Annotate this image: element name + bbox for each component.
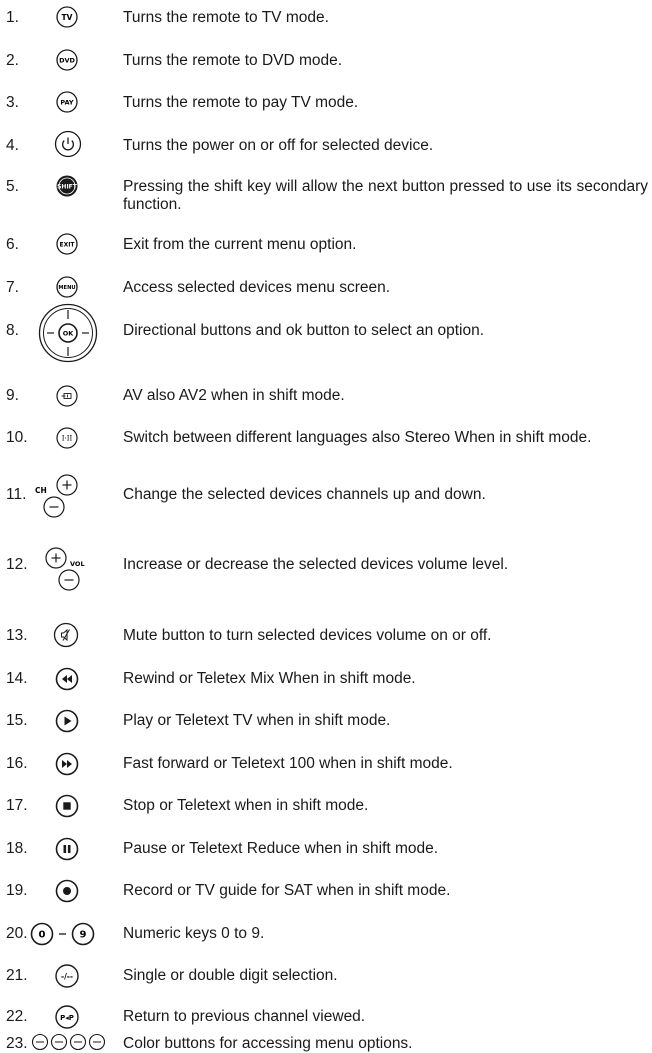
item-number: 20. <box>6 925 28 942</box>
item-description: Single or double digit selection. <box>123 967 338 984</box>
item-description: Stop or Teletext when in shift mode. <box>123 797 369 814</box>
item-description: Rewind or Teletex Mix When in shift mode… <box>123 670 416 687</box>
item-description: Increase or decrease the selected device… <box>123 556 509 573</box>
svg-text:VOL: VOL <box>70 560 85 568</box>
item-description: Turns the remote to pay TV mode. <box>123 94 359 111</box>
svg-text:TV: TV <box>62 13 73 22</box>
menu-button-icon: MENU <box>56 276 78 298</box>
item-description: Record or TV guide for SAT when in shift… <box>123 882 451 899</box>
item-number: 1. <box>6 9 19 26</box>
item-number: 13. <box>6 627 28 644</box>
item-description: Switch between different languages also … <box>123 429 592 446</box>
mute-button-icon <box>53 622 79 648</box>
play-button-icon <box>55 709 79 733</box>
item-description: Directional buttons and ok button to sel… <box>123 322 485 339</box>
svg-text:CH: CH <box>35 486 47 495</box>
item-number: 3. <box>6 94 19 111</box>
item-number: 10. <box>6 429 28 446</box>
item-description: Return to previous channel viewed. <box>123 1008 366 1025</box>
fast-forward-button-icon <box>55 752 79 776</box>
svg-text:P◂P: P◂P <box>60 1014 74 1022</box>
item-description: Turns the remote to TV mode. <box>123 9 329 26</box>
svg-text:DVD: DVD <box>59 57 75 65</box>
pay-tv-mode-button-icon: PAY <box>56 91 78 113</box>
digit-select-button-icon: -/-- <box>54 964 80 988</box>
item-number: 23. <box>6 1035 28 1052</box>
power-button-icon <box>54 130 82 158</box>
item-number: 16. <box>6 755 28 772</box>
channel-up-down-icon: CH <box>32 474 84 520</box>
dvd-mode-button-icon: DVD <box>56 49 78 71</box>
color-buttons-icon <box>31 1033 117 1052</box>
item-number: 12. <box>6 556 28 573</box>
language-button-icon: I·II <box>56 427 78 449</box>
rewind-button-icon <box>55 667 79 691</box>
svg-text:MENU: MENU <box>58 285 75 291</box>
av-input-button-icon <box>56 385 78 407</box>
item-description: Change the selected devices channels up … <box>123 486 486 503</box>
item-description: Pressing the shift key will allow the ne… <box>123 178 648 213</box>
item-number: 14. <box>6 670 28 687</box>
svg-text:SHIFT: SHIFT <box>57 184 78 191</box>
directional-ok-pad-icon: OK <box>38 303 98 363</box>
item-number: 9. <box>6 387 19 404</box>
svg-text:-/--: -/-- <box>61 972 73 981</box>
tv-mode-button-icon: TV <box>56 6 78 28</box>
item-description: Fast forward or Teletext 100 when in shi… <box>123 755 453 772</box>
item-number: 19. <box>6 882 28 899</box>
item-number: 11. <box>6 486 27 503</box>
shift-button-icon: SHIFT <box>56 175 78 197</box>
item-description: Pause or Teletext Reduce when in shift m… <box>123 840 439 857</box>
item-description: Color buttons for accessing menu options… <box>123 1035 413 1052</box>
item-description: Play or Teletext TV when in shift mode. <box>123 712 391 729</box>
item-number: 17. <box>6 797 28 814</box>
item-description: Turns the power on or off for selected d… <box>123 137 434 154</box>
item-number: 22. <box>6 1008 28 1025</box>
item-number: 7. <box>6 279 19 296</box>
item-number: 18. <box>6 840 28 857</box>
item-number: 2. <box>6 52 19 69</box>
pause-button-icon <box>55 837 79 861</box>
record-button-icon <box>55 879 79 903</box>
svg-text:9: 9 <box>80 930 87 941</box>
svg-text:0: 0 <box>39 930 46 941</box>
item-number: 5. <box>6 178 19 195</box>
item-description: Exit from the current menu option. <box>123 236 357 253</box>
item-number: 4. <box>6 137 19 154</box>
item-number: 15. <box>6 712 28 729</box>
stop-button-icon <box>55 794 79 818</box>
item-description: Mute button to turn selected devices vol… <box>123 627 492 644</box>
volume-up-down-icon: VOL <box>45 547 101 593</box>
item-description: Access selected devices menu screen. <box>123 279 391 296</box>
numeric-keys-icon: 0 9 <box>30 922 120 946</box>
previous-channel-button-icon: P◂P <box>54 1005 80 1029</box>
svg-text:EXIT: EXIT <box>59 242 75 249</box>
item-description: Numeric keys 0 to 9. <box>123 925 265 942</box>
item-number: 21. <box>6 967 28 984</box>
item-number: 6. <box>6 236 19 253</box>
exit-button-icon: EXIT <box>56 233 78 255</box>
svg-text:OK: OK <box>63 330 75 338</box>
item-number: 8. <box>6 322 19 339</box>
svg-text:PAY: PAY <box>60 99 74 107</box>
item-description: Turns the remote to DVD mode. <box>123 52 343 69</box>
item-description: AV also AV2 when in shift mode. <box>123 387 345 404</box>
svg-text:I·II: I·II <box>62 435 73 443</box>
